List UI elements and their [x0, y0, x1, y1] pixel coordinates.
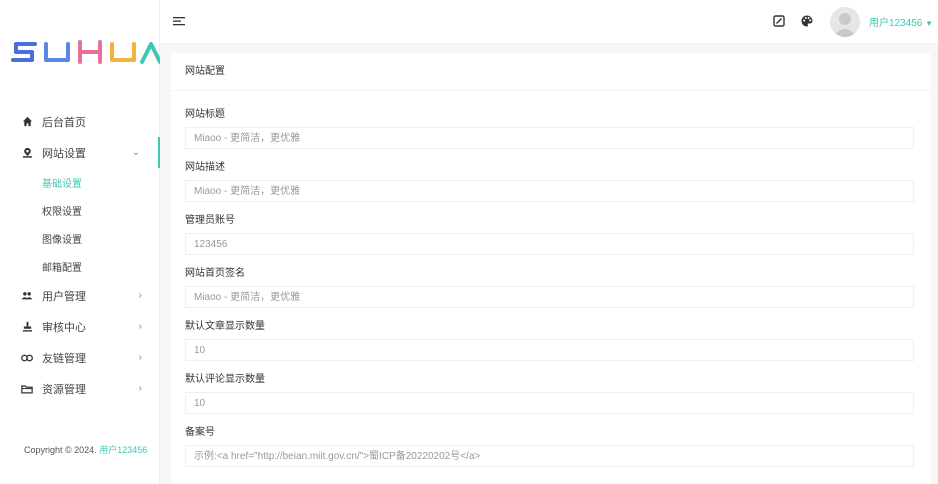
field-label-icp-number: 备案号 [185, 427, 215, 438]
chevron-right-icon: › [138, 290, 142, 301]
admin-account-input[interactable] [185, 233, 914, 255]
field-label-article-count: 默认文章显示数量 [185, 321, 265, 332]
site-title-input[interactable] [185, 127, 914, 149]
sidebar-nav: 后台首页 网站设置 ⌄ 基础设置 权限设置 图像设置 邮箱配置 用户管理 › 审… [0, 106, 160, 404]
stamp-icon [20, 320, 34, 334]
chevron-right-icon: › [138, 383, 142, 394]
chevron-right-icon: › [138, 352, 142, 363]
card-title: 网站配置 [171, 53, 930, 91]
chevron-right-icon: › [138, 321, 142, 332]
users-icon [20, 289, 34, 303]
site-description-input[interactable] [185, 180, 914, 202]
sidebar-item-links[interactable]: 友链管理 › [0, 342, 160, 373]
sidebar: 后台首页 网站设置 ⌄ 基础设置 权限设置 图像设置 邮箱配置 用户管理 › 审… [0, 0, 162, 484]
field-label-admin-account: 管理员账号 [185, 215, 235, 226]
sidebar-item-label: 网站设置 [42, 147, 86, 160]
sidebar-item-label: 后台首页 [42, 116, 86, 129]
copyright: Copyright © 2024. 用户123456 [24, 443, 147, 456]
field-label-site-title: 网站标题 [185, 109, 225, 120]
settings-form: 网站标题 网站描述 管理员账号 网站首页签名 默认文章显示数量 默认评论显示数量… [171, 91, 930, 467]
sidebar-item-home[interactable]: 后台首页 [0, 106, 160, 137]
username-label: 用户123456 [869, 18, 923, 29]
sidebar-subitem-email[interactable]: 邮箱配置 [0, 252, 160, 280]
sidebar-item-label: 审核中心 [42, 321, 86, 334]
home-icon [20, 115, 34, 129]
field-label-comment-count: 默认评论显示数量 [185, 374, 265, 385]
sidebar-item-site-settings[interactable]: 网站设置 ⌄ [0, 137, 160, 168]
sidebar-subitem-images[interactable]: 图像设置 [0, 224, 160, 252]
link-icon [20, 351, 34, 365]
menu-toggle-icon[interactable] [172, 14, 186, 28]
folder-icon [20, 382, 34, 396]
user-menu-dropdown[interactable]: 用户123456 ▼ [869, 14, 933, 29]
copyright-text: Copyright © 2024. [24, 445, 97, 455]
user-placeholder-icon [833, 13, 857, 37]
edit-icon[interactable] [772, 14, 786, 28]
settings-card: 网站配置 网站标题 网站描述 管理员账号 网站首页签名 默认文章显示数量 默认评… [171, 53, 930, 484]
sidebar-item-resources[interactable]: 资源管理 › [0, 373, 160, 404]
palette-icon[interactable] [800, 14, 814, 28]
field-label-site-description: 网站描述 [185, 162, 225, 173]
sidebar-item-label: 资源管理 [42, 383, 86, 396]
sidebar-item-label: 用户管理 [42, 290, 86, 303]
avatar[interactable] [830, 7, 860, 37]
icp-number-input[interactable] [185, 445, 914, 467]
article-count-input[interactable] [185, 339, 914, 361]
pin-icon [20, 146, 34, 160]
sidebar-item-label: 友链管理 [42, 352, 86, 365]
field-label-home-signature: 网站首页签名 [185, 268, 245, 279]
sidebar-subitem-permissions[interactable]: 权限设置 [0, 196, 160, 224]
sidebar-item-users[interactable]: 用户管理 › [0, 280, 160, 311]
sidebar-item-review[interactable]: 审核中心 › [0, 311, 160, 342]
sidebar-subitem-basic[interactable]: 基础设置 [0, 168, 160, 196]
caret-down-icon: ▼ [925, 19, 934, 28]
chevron-down-icon: ⌄ [131, 147, 140, 158]
home-signature-input[interactable] [185, 286, 914, 308]
suhua-logo-icon [11, 40, 162, 64]
topbar: 用户123456 ▼ [160, 0, 938, 44]
brand-logo[interactable] [10, 38, 162, 66]
copyright-user-link[interactable]: 用户123456 [99, 445, 147, 455]
comment-count-input[interactable] [185, 392, 914, 414]
